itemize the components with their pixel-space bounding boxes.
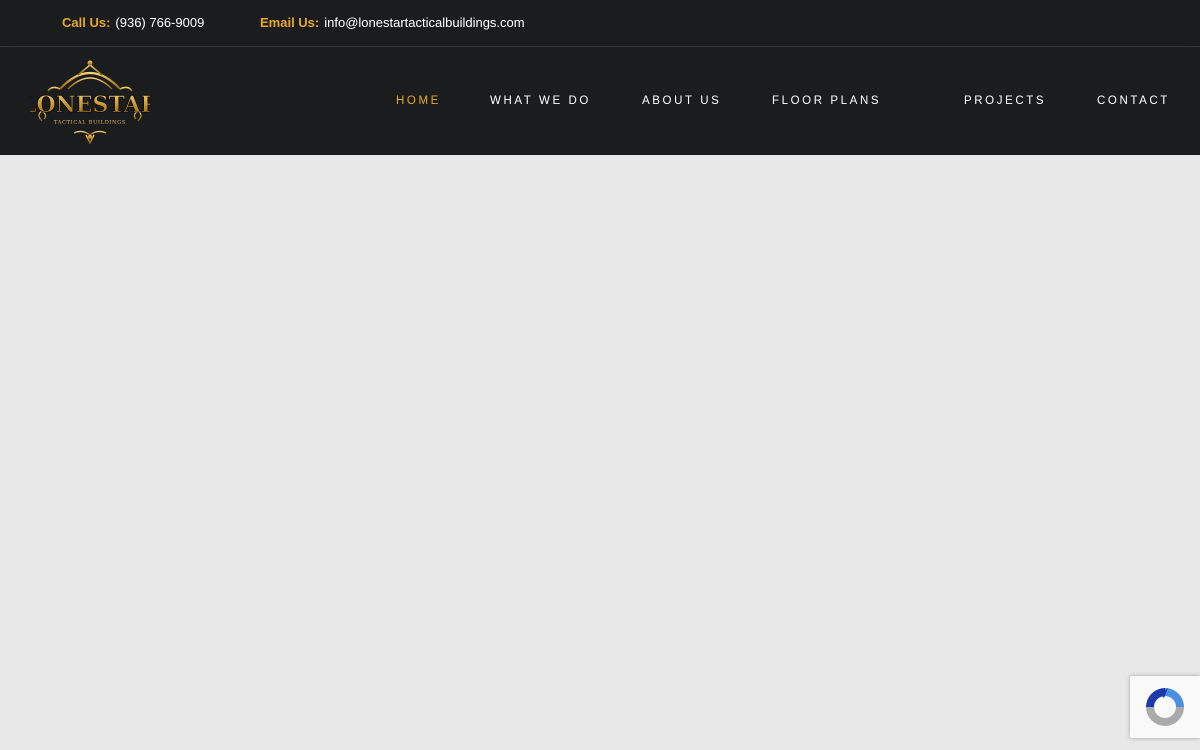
phone-link[interactable]: (936) 766-9009 [115,15,204,30]
nav-what-we-do[interactable]: WHAT WE DO [490,94,591,108]
logo-wordmark: LONESTAR [30,92,150,118]
nav-contact[interactable]: CONTACT [1097,94,1170,108]
site-header: LONESTAR TACTICAL BUILDINGS HOME WHAT WE… [0,47,1200,155]
email-us: Email Us: info@lonestartacticalbuildings.… [260,15,525,31]
logo-subtitle: TACTICAL BUILDINGS [54,120,126,126]
nav-projects[interactable]: PROJECTS [964,94,1046,108]
main-content-area [0,155,1200,750]
email-us-label: Email Us: [260,15,320,30]
recaptcha-badge[interactable] [1130,676,1200,738]
email-link[interactable]: info@lonestartacticalbuildings.com [324,15,524,30]
call-us-label: Call Us: [62,15,111,30]
recaptcha-icon [1146,688,1184,726]
top-contact-bar: Call Us: (936) 766-9009 Email Us: info@lon… [0,0,1200,47]
site-logo[interactable]: LONESTAR TACTICAL BUILDINGS [21,55,160,145]
nav-home[interactable]: HOME [396,94,441,108]
logo-emblem: LONESTAR TACTICAL BUILDINGS [21,60,160,145]
nav-about-us[interactable]: ABOUT US [642,94,721,108]
nav-floor-plans[interactable]: FLOOR PLANS [772,94,881,108]
call-us: Call Us: (936) 766-9009 [62,15,204,31]
